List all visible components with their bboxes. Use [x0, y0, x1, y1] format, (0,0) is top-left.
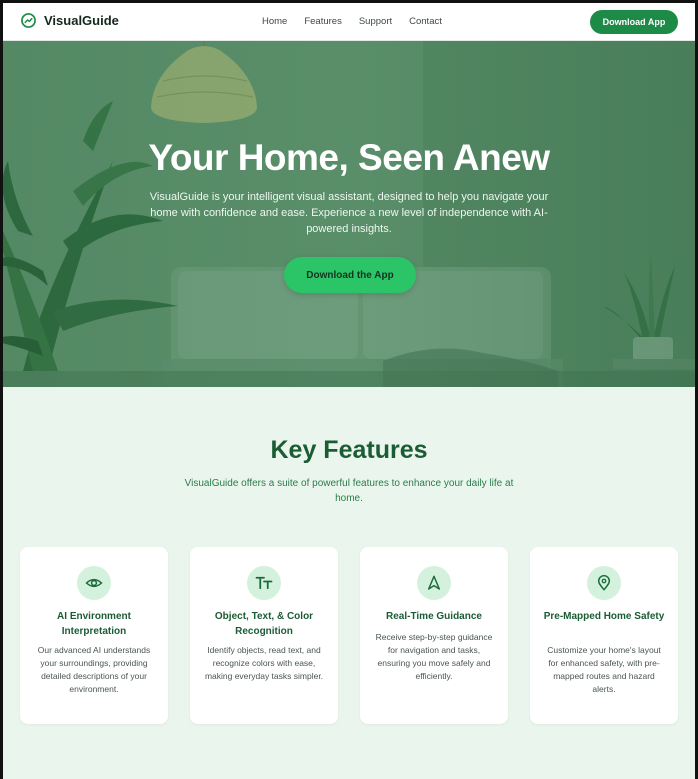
feature-title: AI Environment Interpretation [57, 611, 131, 637]
feature-description: Customize your home's layout for enhance… [547, 645, 661, 694]
hero-subtitle: VisualGuide is your intelligent visual a… [149, 191, 549, 235]
feature-card-guidance: Real-Time Guidance Receive step-by-step … [360, 547, 508, 724]
features-subtitle: VisualGuide offers a suite of powerful f… [184, 478, 514, 504]
feature-card-recognition: Object, Text, & Color Recognition Identi… [190, 547, 338, 724]
nav-home[interactable]: Home [262, 16, 287, 27]
logo-icon [21, 13, 36, 28]
page-frame: VisualGuide Home Features Support Contac… [3, 3, 695, 779]
eye-icon [85, 578, 103, 588]
map-pin-icon [597, 575, 611, 591]
main-nav: Home Features Support Contact [262, 16, 459, 27]
brand[interactable]: VisualGuide [21, 13, 119, 28]
nav-features[interactable]: Features [304, 16, 342, 27]
text-icon [255, 576, 273, 590]
download-the-app-button[interactable]: Download the App [284, 257, 416, 293]
hero-section: Your Home, Seen Anew VisualGuide is your… [3, 41, 695, 387]
navigation-icon [427, 575, 441, 590]
feature-title: Pre-Mapped Home Safety [543, 611, 665, 622]
hero-title: Your Home, Seen Anew [148, 137, 550, 178]
nav-contact[interactable]: Contact [409, 16, 442, 27]
feature-description: Receive step-by-step guidance for naviga… [375, 632, 493, 681]
feature-description: Identify objects, read text, and recogni… [204, 645, 324, 681]
feature-title: Object, Text, & Color Recognition [214, 611, 314, 637]
top-navbar: VisualGuide Home Features Support Contac… [3, 3, 695, 41]
download-app-button[interactable]: Download App [590, 10, 678, 34]
brand-name: VisualGuide [44, 13, 119, 28]
feature-title: Real-Time Guidance [386, 611, 482, 622]
feature-card-ai-environment: AI Environment Interpretation Our advanc… [20, 547, 168, 724]
feature-card-home-safety: Pre-Mapped Home Safety Customize your ho… [530, 547, 678, 724]
nav-support[interactable]: Support [359, 16, 392, 27]
features-title: Key Features [270, 436, 428, 464]
feature-description: Our advanced AI understands your surroun… [37, 645, 151, 694]
